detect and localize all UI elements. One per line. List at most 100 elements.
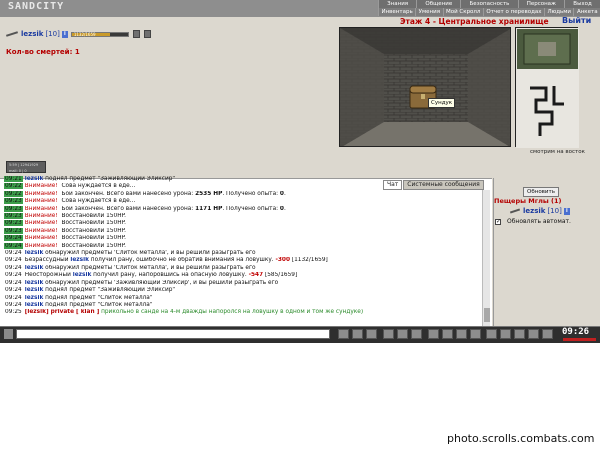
chat-text: . bbox=[283, 190, 286, 197]
toolbar-icon-button[interactable] bbox=[486, 329, 497, 339]
chat-value: 1171 HP bbox=[195, 205, 223, 212]
chat-text: обнаружил предметы 'Слиток металла', и в… bbox=[43, 250, 256, 257]
chat-private-tag[interactable]: [lezsik] private [ klan ] bbox=[25, 309, 100, 315]
toolbar-icon-button[interactable] bbox=[442, 329, 453, 339]
chat-user-nick[interactable]: lezsik bbox=[25, 250, 44, 256]
nav-item[interactable]: Инвентарь bbox=[378, 8, 416, 16]
chat-input[interactable] bbox=[16, 329, 330, 339]
chat-timestamp: 09:24 bbox=[5, 294, 22, 301]
chat-timestamp: 09:23 bbox=[4, 220, 23, 227]
nav-item[interactable]: Людьми bbox=[543, 8, 574, 16]
chat-warning: Внимание! bbox=[24, 205, 58, 212]
effect-icon bbox=[143, 30, 151, 38]
room-title: Пещеры Мглы (1) bbox=[494, 197, 562, 205]
toolbar-icon-button[interactable] bbox=[542, 329, 553, 339]
chat-timestamp: 09:23 bbox=[4, 205, 23, 212]
chat-text: Восстановили 150HP. bbox=[59, 220, 127, 227]
nav-item[interactable]: Выход bbox=[564, 0, 600, 8]
toolbar-icon-button[interactable] bbox=[383, 329, 394, 339]
scrollbar-thumb[interactable] bbox=[484, 308, 490, 322]
chat-user-nick[interactable]: lezsik bbox=[25, 265, 44, 271]
toolbar-icon-button[interactable] bbox=[514, 329, 525, 339]
chat-line: 09:23 Внимание! Восстановили 150HP. bbox=[4, 227, 482, 235]
chat-user-nick[interactable]: lezsik bbox=[25, 176, 44, 182]
chat-user-nick[interactable]: lezsik bbox=[70, 257, 89, 263]
chat-warning: Внимание! bbox=[24, 190, 58, 197]
chat-user-nick[interactable]: lezsik bbox=[25, 287, 44, 293]
chat-user-nick[interactable]: lezsik bbox=[25, 302, 44, 308]
toolbar-icon-button[interactable] bbox=[470, 329, 481, 339]
chat-text: обнаружил предметы 'Слиток металла', и в… bbox=[43, 264, 256, 271]
chat-line: 09:23 Внимание! Восстановили 150HP. bbox=[4, 213, 482, 220]
player-info: lezsik [10] i 1132/1659 bbox=[6, 28, 151, 40]
nav-row-2: Инвентарь Умения Мой Скролл Отчет о перевод… bbox=[378, 8, 600, 16]
chat-scrollbar[interactable] bbox=[482, 190, 490, 326]
online-user[interactable]: lezsik [10] i bbox=[509, 207, 570, 215]
player-nick[interactable]: lezsik bbox=[21, 30, 43, 38]
toolbar-icon-button[interactable] bbox=[500, 329, 511, 339]
toolbar-icon-button[interactable] bbox=[338, 329, 349, 339]
toolbar-icon-button[interactable] bbox=[352, 329, 363, 339]
tab-system-messages[interactable]: Системные сообщения bbox=[403, 180, 484, 190]
nav-item[interactable]: Мой Скролл bbox=[442, 8, 483, 16]
toolbar-icon-button[interactable] bbox=[366, 329, 377, 339]
chat-text: Восстановили 150HP. bbox=[59, 242, 127, 249]
refresh-button[interactable]: Обновить bbox=[523, 187, 559, 197]
chat-user-nick[interactable]: lezsik bbox=[25, 280, 44, 286]
chest-tooltip: Сундук bbox=[428, 98, 456, 108]
nav-item[interactable]: Знания bbox=[378, 0, 417, 8]
chat-line: 09:24 lezsik обнаружил предметы 'Слиток м… bbox=[4, 265, 482, 272]
chat-line: 09:24 Внимание! Восстановили 150HP. bbox=[4, 242, 482, 250]
player-level: [10] bbox=[45, 30, 60, 38]
chat-user-nick[interactable]: lezsik bbox=[25, 295, 44, 301]
main-nav: Знания Общение Безопасность Персонаж Выход И… bbox=[378, 0, 600, 17]
toolbar-icon-button[interactable] bbox=[428, 329, 439, 339]
sword-icon bbox=[509, 208, 521, 214]
info-icon[interactable]: i bbox=[563, 207, 570, 215]
online-user-nick[interactable]: lezsik bbox=[523, 207, 545, 215]
minimap bbox=[515, 27, 579, 148]
clock-status-bar bbox=[563, 338, 596, 341]
auto-update-checkbox[interactable] bbox=[495, 218, 501, 225]
tab-chat[interactable]: Чат bbox=[383, 180, 403, 190]
chat-line: 09:23 Внимание! Восстановили 150HP. bbox=[4, 220, 482, 227]
chat-mode-icon[interactable] bbox=[4, 329, 13, 339]
nav-item[interactable]: Анкета bbox=[573, 8, 600, 16]
nav-item[interactable]: Общение bbox=[416, 0, 461, 8]
chat-timestamp: 09:22 bbox=[4, 190, 23, 197]
chat-timestamp: 09:24 bbox=[5, 250, 22, 257]
minimap-graphic bbox=[516, 28, 579, 148]
chat-text: Сова нуждается в еде... bbox=[59, 183, 136, 190]
chat-line: 09:24 lezsik поднял предмет "Заживляющий … bbox=[4, 287, 482, 294]
chat-timestamp: 09:24 bbox=[5, 257, 22, 264]
auto-update-option[interactable]: Обновлять автомат. bbox=[495, 218, 571, 225]
game-frame: SANDCITY Знания Общение Безопасность Персон… bbox=[0, 0, 600, 343]
nav-item[interactable]: Умения bbox=[415, 8, 443, 16]
chat-text: Бой закончен. Всего вами нанесено урона: bbox=[59, 190, 196, 197]
nav-item[interactable]: Отчет о переводах bbox=[482, 8, 544, 16]
info-icon[interactable]: i bbox=[61, 30, 68, 38]
chat-text: [1132/1659] bbox=[289, 257, 328, 264]
chat-line: 09:25 [lezsik] private [ klan ] прикольно… bbox=[4, 309, 482, 316]
nav-item[interactable]: Персонаж bbox=[517, 0, 565, 8]
app-logo: SANDCITY bbox=[8, 1, 65, 12]
toolbar-icon-button[interactable] bbox=[397, 329, 408, 339]
hp-bar: 1132/1659 bbox=[70, 31, 129, 37]
chat-text: [585/1659] bbox=[263, 272, 298, 279]
chat-text: Безрассудный bbox=[24, 257, 71, 264]
auto-update-label: Обновлять автомат. bbox=[507, 218, 571, 225]
toolbar-icon-button[interactable] bbox=[528, 329, 539, 339]
toolbar-icon-button[interactable] bbox=[456, 329, 467, 339]
chat-warning: Внимание! bbox=[24, 235, 58, 242]
chat-user-nick[interactable]: lezsik bbox=[73, 272, 92, 278]
chat-text: Восстановили 150HP. bbox=[59, 213, 127, 220]
dungeon-view[interactable] bbox=[339, 27, 511, 147]
chat-timestamp: 09:24 bbox=[5, 301, 22, 308]
exit-link[interactable]: Выйти bbox=[562, 16, 591, 25]
clock: 09:26 bbox=[562, 327, 590, 337]
toolbar-icon-button[interactable] bbox=[411, 329, 422, 339]
nav-item[interactable]: Безопасность bbox=[460, 0, 518, 8]
chat-text: получил рану, напоровшись на опасную лов… bbox=[91, 272, 249, 279]
chat-timestamp: 09:23 bbox=[4, 198, 23, 205]
chat-line: 09:24 lezsik поднял предмет "Слиток метал… bbox=[4, 295, 482, 302]
